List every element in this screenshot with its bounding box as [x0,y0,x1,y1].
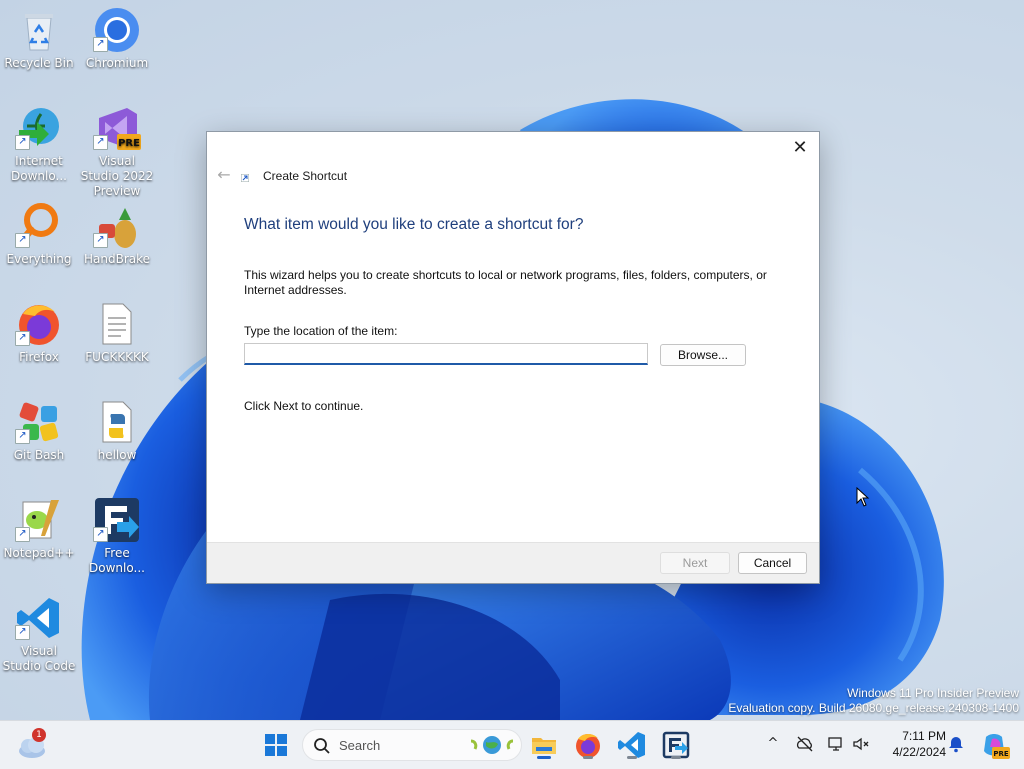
desktop-icon-text-file[interactable]: FUCKKKKK [79,300,155,365]
continue-instruction: Click Next to continue. [244,399,364,413]
active-app-indicator [537,756,551,759]
taskbar-search-box[interactable]: Search [302,729,522,761]
create-shortcut-dialog: ✕ ← Create Shortcut What item would you … [206,131,820,584]
shortcut-arrow-icon: ↗ [15,429,30,444]
cancel-button[interactable]: Cancel [738,552,807,574]
desktop-icon-firefox[interactable]: ↗ Firefox [1,300,77,365]
wizard-description: This wizard helps you to create shortcut… [244,268,767,297]
onedrive-offline-icon[interactable] [796,735,814,753]
back-arrow-icon[interactable]: ← [213,166,235,184]
recycle-bin-icon [25,14,53,51]
desktop-icon-python-file[interactable]: hellow [79,398,155,463]
mouse-cursor-icon [856,487,870,507]
desktop-icon-label: FUCKKKKK [85,350,149,364]
search-placeholder: Search [339,738,381,753]
wizard-heading: What item would you like to create a sho… [244,216,584,233]
desktop-icon-free-download-manager[interactable]: ↗ Free Downlo... [79,496,155,576]
desktop-icon-chromium[interactable]: ↗ Chromium [79,6,155,71]
location-label: Type the location of the item: [244,324,398,338]
notification-bell-icon[interactable] [947,735,965,753]
notification-badge: 1 [32,728,46,742]
evaluation-watermark: Windows 11 Pro Insider Preview Evaluatio… [728,686,1019,716]
desktop-icon-visual-studio-preview[interactable]: PRE ↗ Visual Studio 2022 Preview [79,104,155,199]
svg-text:PRE: PRE [118,138,140,149]
shortcut-arrow-icon: ↗ [15,233,30,248]
taskbar-free-download-manager[interactable] [660,729,692,761]
python-file-icon [102,401,132,443]
start-button[interactable] [260,729,292,761]
shortcut-arrow-icon: ↗ [93,233,108,248]
desktop-icon-label: Firefox [19,350,59,364]
desktop-icon-everything[interactable]: ↗ Everything [1,202,77,267]
start-icon [265,734,287,756]
taskbar-firefox[interactable] [572,729,604,761]
taskbar-file-explorer[interactable] [528,729,560,761]
shortcut-arrow-icon: ↗ [15,625,30,640]
shortcut-arrow-icon: ↗ [15,331,30,346]
desktop-icon-label: HandBrake [83,252,151,266]
desktop-icon-notepad-plus-plus[interactable]: ↗ Notepad++ [1,496,77,561]
system-clock[interactable]: 7:11 PM 4/22/2024 [880,728,946,760]
desktop-icon-label: Free Downlo... [89,546,145,575]
running-app-indicator [671,756,681,759]
desktop-icon-git-bash[interactable]: ↗ Git Bash [1,398,77,463]
taskbar-vscode[interactable] [616,729,648,761]
shortcut-arrow-icon: ↗ [93,37,108,52]
next-button[interactable]: Next [660,552,730,574]
desktop-icon-vscode[interactable]: ↗ Visual Studio Code [1,594,77,674]
copilot-preview-icon[interactable]: PRE [978,729,1010,761]
desktop-icon-label: Recycle Bin [4,56,74,70]
show-hidden-icons-chevron-icon[interactable]: ^ [764,735,782,753]
taskbar: 1 Search ^ 7:11 PM 4/22/2024 PRE [0,720,1024,769]
desktop-icon-label: hellow [97,448,137,462]
desktop-icon-label: Visual Studio 2022 Preview [80,154,154,198]
browse-button[interactable]: Browse... [660,344,746,366]
location-input[interactable] [244,343,648,365]
watermark-edition: Windows 11 Pro Insider Preview [847,686,1019,700]
search-highlight-icon [470,736,514,754]
shortcut-arrow-icon: ↗ [93,527,108,542]
desktop-icon-internet-download-manager[interactable]: ↗ Internet Downlo... [1,104,77,184]
shortcut-arrow-icon: ↗ [15,135,30,150]
svg-text:PRE: PRE [993,750,1009,758]
dialog-title: Create Shortcut [263,169,348,183]
shortcut-wizard-icon [241,174,249,182]
desktop-icon-handbrake[interactable]: ↗ HandBrake [79,202,155,267]
shortcut-arrow-icon: ↗ [93,135,108,150]
desktop-icon-label: Internet Downlo... [11,154,67,183]
network-icon[interactable] [827,735,845,753]
running-app-indicator [627,756,637,759]
shortcut-arrow-icon: ↗ [15,527,30,542]
clock-date: 4/22/2024 [892,745,946,759]
desktop-icon-label: Visual Studio Code [2,644,76,673]
close-button[interactable]: ✕ [787,136,813,160]
clock-time: 7:11 PM [902,729,946,743]
running-app-indicator [583,756,593,759]
volume-muted-icon[interactable] [852,735,870,753]
desktop-icon-label: Chromium [85,56,149,70]
text-file-icon [102,303,132,345]
watermark-build: Evaluation copy. Build 26080.ge_release.… [728,701,1019,715]
dialog-footer: Next Cancel [207,542,819,583]
desktop-icon-label: Everything [6,252,72,266]
desktop-icon-label: Git Bash [13,448,65,462]
desktop-icon-recycle-bin[interactable]: Recycle Bin [1,6,77,71]
search-icon [314,738,330,754]
desktop-icon-label: Notepad++ [3,546,75,560]
